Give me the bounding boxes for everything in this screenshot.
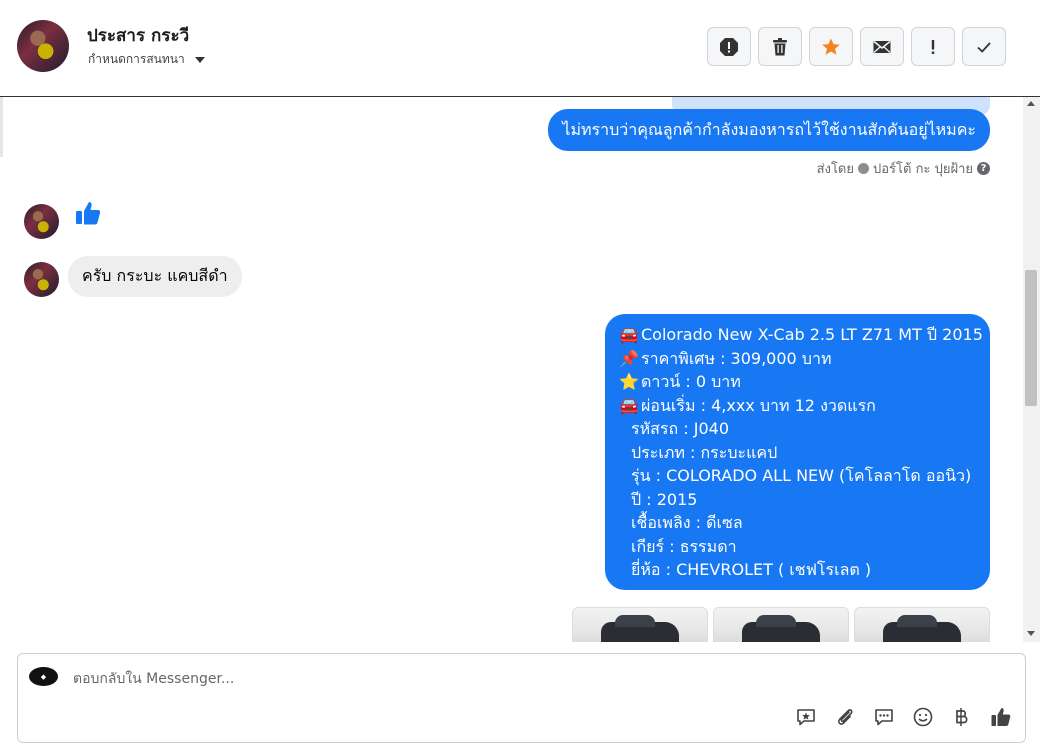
page-logo: ◆ <box>29 667 58 686</box>
star-button[interactable] <box>809 27 853 66</box>
car-detail-line: ปี : 2015 <box>631 489 698 509</box>
car-icon: 🚘 <box>619 325 639 344</box>
baht-icon <box>955 707 967 726</box>
car-detail-line: เชื้อเพลิง : ดีเซล <box>631 513 743 532</box>
star-icon <box>822 38 840 55</box>
emoji-icon <box>913 707 932 726</box>
message-thread[interactable]: ไม่ทราบว่าคุณลูกค้ากำลังมองหารถไว้ใช้งาน… <box>0 97 1022 642</box>
done-button[interactable] <box>962 27 1006 66</box>
exclamation-icon <box>931 39 935 54</box>
scroll-up-arrow-icon[interactable] <box>1027 101 1035 106</box>
sent-by-line: ส่งโดย ปอร์โต้ กะ ปุยฝ้าย ? <box>817 158 990 179</box>
sender-avatar-icon <box>858 163 869 174</box>
check-icon <box>977 41 991 53</box>
assign-label: กำหนดการสนทนา <box>88 52 185 66</box>
car-detail-line: รุ่น : COLORADO ALL NEW (โคโลลาโด ออนิว) <box>631 466 972 485</box>
contact-avatar[interactable] <box>17 20 69 72</box>
mark-unread-button[interactable] <box>860 27 904 66</box>
scroll-down-arrow-icon[interactable] <box>1027 631 1035 636</box>
caret-down-icon <box>194 56 205 63</box>
contact-avatar-small[interactable] <box>24 262 59 297</box>
envelope-icon <box>873 40 891 53</box>
saved-reply-button[interactable] <box>793 704 818 729</box>
outgoing-message-car-details[interactable]: 🚘 Colorado New X-Cab 2.5 LT Z71 MT ปี 201… <box>605 314 990 590</box>
thumbs-up-icon[interactable] <box>74 199 102 227</box>
saved-reply-icon <box>796 708 815 725</box>
car-detail-line: ผ่อนเริ่ม : 4,xxx บาท 12 งวดแรก <box>641 395 876 415</box>
composer-toolbar <box>793 704 1013 729</box>
reply-composer: ◆ <box>17 653 1026 743</box>
car-detail-line: ดาวน์ : 0 บาท <box>641 372 741 391</box>
alert-octagon-icon <box>720 37 738 56</box>
chat-bubble-icon <box>874 708 893 725</box>
car-detail-line: ยี่ห้อ : CHEVROLET ( เชฟโรเลต ) <box>631 560 872 579</box>
car-detail-line: Colorado New X-Cab 2.5 LT Z71 MT ปี 2015 <box>641 325 983 344</box>
sent-by-prefix: ส่งโดย <box>816 162 854 177</box>
contact-name[interactable]: ประสาร กระวี <box>87 22 189 49</box>
incoming-message[interactable]: ครับ กระบะ แคบสีดำ <box>68 256 242 297</box>
follow-up-button[interactable] <box>911 27 955 66</box>
delete-button[interactable] <box>758 27 802 66</box>
car-detail-line: รหัสรถ : J040 <box>631 419 730 438</box>
star-icon: ⭐ <box>619 372 639 391</box>
assign-conversation-dropdown[interactable]: กำหนดการสนทนา <box>88 50 205 69</box>
send-like-button[interactable] <box>988 704 1013 729</box>
quick-reply-button[interactable] <box>871 704 896 729</box>
image-gallery <box>572 607 990 642</box>
thread-scrollbar[interactable] <box>1023 97 1040 642</box>
spam-button[interactable] <box>707 27 751 66</box>
thumbs-up-icon <box>991 707 1010 726</box>
conversation-toolbar <box>707 27 1006 66</box>
car-detail-line: ราคาพิเศษ : 309,000 บาท <box>641 348 832 368</box>
car-icon: 🚘 <box>619 395 639 415</box>
trash-icon <box>773 37 787 55</box>
help-icon[interactable]: ? <box>977 162 990 175</box>
car-detail-line: เกียร์ : ธรรมดา <box>631 536 737 556</box>
car-detail-line: ประเภท : กระบะแคป <box>631 442 778 462</box>
conversation-header: ประสาร กระวี กำหนดการสนทนา <box>0 0 1040 97</box>
pushpin-icon: 📌 <box>619 348 639 368</box>
outgoing-message-question[interactable]: ไม่ทราบว่าคุณลูกค้ากำลังมองหารถไว้ใช้งาน… <box>548 109 990 151</box>
car-photo[interactable] <box>713 607 849 642</box>
emoji-button[interactable] <box>910 704 935 729</box>
scrollbar-thumb[interactable] <box>1025 270 1037 406</box>
sent-by-name: ปอร์โต้ กะ ปุยฝ้าย <box>873 162 973 177</box>
car-photo[interactable] <box>854 607 990 642</box>
attachment-icon <box>837 708 853 725</box>
attach-button[interactable] <box>832 704 857 729</box>
reply-input[interactable] <box>71 666 775 692</box>
payment-button[interactable] <box>949 704 974 729</box>
car-photo[interactable] <box>572 607 708 642</box>
contact-avatar-small[interactable] <box>24 204 59 239</box>
